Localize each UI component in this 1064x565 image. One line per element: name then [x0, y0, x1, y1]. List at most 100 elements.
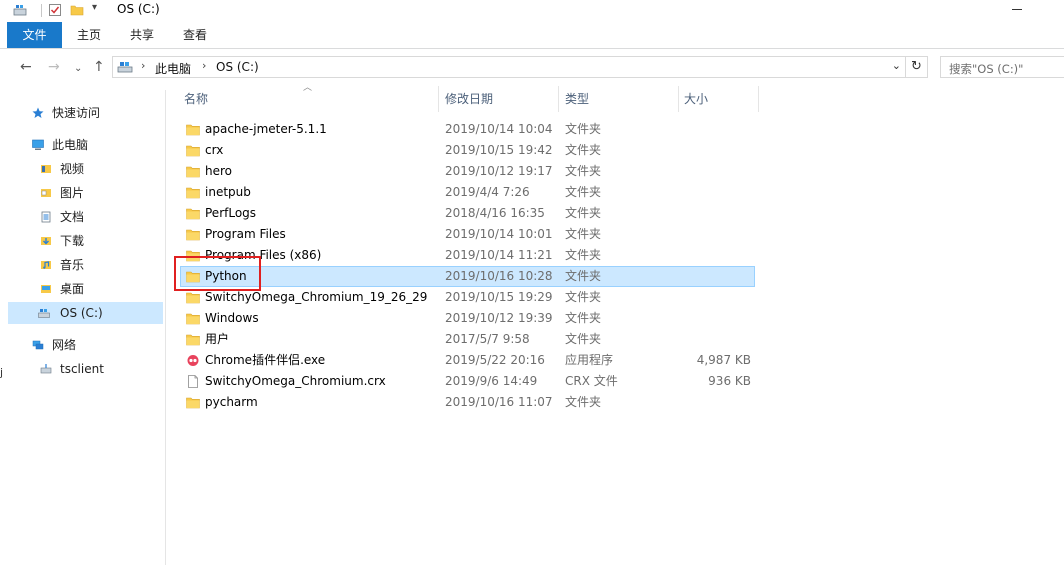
tab-home[interactable]: 主页 — [66, 22, 112, 48]
address-bar[interactable]: › 此电脑 › OS (C:) ⌄ — [112, 56, 906, 78]
nav-pictures[interactable]: 图片 — [8, 182, 158, 204]
file-name: PerfLogs — [205, 206, 257, 220]
file-row[interactable]: Python 2019/10/16 10:28 文件夹 — [180, 266, 755, 287]
file-name: 用户 — [205, 332, 230, 346]
column-divider[interactable] — [438, 86, 439, 112]
file-row[interactable]: 用户 2017/5/7 9:58 文件夹 — [180, 329, 755, 350]
window-title: OS (C:) — [117, 2, 160, 16]
column-header-type[interactable]: 类型 — [565, 86, 677, 112]
chevron-right-icon[interactable]: › — [202, 59, 206, 72]
file-date-modified: 2019/10/12 19:17 — [445, 164, 553, 178]
file-name: crx — [205, 143, 224, 157]
refresh-button[interactable]: ↻ — [906, 56, 928, 78]
up-button[interactable]: ↑ — [93, 58, 105, 76]
file-date-modified: 2019/10/16 11:07 — [445, 395, 553, 409]
qat-customize-icon[interactable]: ▾ — [92, 2, 97, 13]
file-date-modified: 2019/4/4 7:26 — [445, 185, 530, 199]
file-type: 文件夹 — [565, 332, 602, 346]
drive-icon[interactable] — [13, 3, 27, 17]
file-name: Program Files (x86) — [205, 248, 322, 262]
file-size: 936 KB — [708, 374, 751, 388]
file-row[interactable]: Chrome插件伴侣.exe 2019/5/22 20:16 应用程序 4,987 K… — [180, 350, 755, 371]
nav-tsclient[interactable]: tsclient — [8, 358, 158, 380]
file-type: 文件夹 — [565, 185, 602, 199]
file-name: Chrome插件伴侣.exe — [205, 353, 326, 367]
network-drive-icon — [40, 364, 52, 374]
tab-file[interactable]: 文件 — [7, 22, 62, 48]
file-type: 应用程序 — [565, 353, 614, 367]
tab-view[interactable]: 查看 — [172, 22, 218, 48]
ribbon-tabs: 文件 主页 共享 查看 — [0, 22, 1064, 49]
chevron-right-icon[interactable]: › — [141, 59, 145, 72]
file-date-modified: 2019/10/16 10:28 — [445, 269, 553, 283]
search-input[interactable]: 搜索"OS (C:)" — [940, 56, 1064, 78]
forward-button[interactable]: → — [48, 58, 60, 76]
recent-locations-button[interactable]: ⌄ — [74, 60, 82, 78]
video-folder-icon — [41, 165, 51, 173]
file-row[interactable]: SwitchyOmega_Chromium.crx 2019/9/6 14:49 C… — [180, 371, 755, 392]
file-row[interactable]: SwitchyOmega_Chromium_19_26_29 2019/10/15… — [180, 287, 755, 308]
nav-quick-access[interactable]: 快速访问 — [8, 102, 158, 124]
nav-videos[interactable]: 视频 — [8, 158, 158, 180]
file-row[interactable]: hero 2019/10/12 19:17 文件夹 — [180, 161, 755, 182]
pictures-folder-icon — [41, 189, 51, 197]
file-name: inetpub — [205, 185, 251, 199]
file-date-modified: 2018/4/16 16:35 — [445, 206, 545, 220]
column-header-date[interactable]: 修改日期 — [445, 86, 557, 112]
search-placeholder: 搜索"OS (C:)" — [949, 62, 1024, 76]
chevron-down-icon[interactable]: ⌄ — [892, 59, 901, 72]
back-button[interactable]: ← — [20, 58, 32, 76]
file-name: hero — [205, 164, 232, 178]
file-name: Windows — [205, 311, 259, 325]
minimize-button[interactable] — [1012, 9, 1022, 10]
folder-icon — [186, 187, 200, 199]
folder-icon — [186, 208, 200, 220]
file-row[interactable]: PerfLogs 2018/4/16 16:35 文件夹 — [180, 203, 755, 224]
column-header-size[interactable]: 大小 — [684, 86, 756, 112]
breadcrumb-drive[interactable]: OS (C:) — [216, 60, 259, 74]
nav-network[interactable]: 网络 — [8, 334, 158, 356]
nav-documents[interactable]: 文档 — [8, 206, 158, 228]
tab-share[interactable]: 共享 — [119, 22, 165, 48]
network-icon — [32, 340, 44, 350]
folder-icon — [186, 229, 200, 241]
column-header-name[interactable]: 名称 — [184, 86, 438, 112]
file-type: 文件夹 — [565, 164, 602, 178]
file-type: 文件夹 — [565, 269, 602, 283]
new-folder-icon[interactable] — [70, 3, 84, 17]
file-size: 4,987 KB — [696, 353, 751, 367]
folder-icon — [186, 271, 200, 283]
file-row[interactable]: Program Files (x86) 2019/10/14 11:21 文件夹 — [180, 245, 755, 266]
column-divider[interactable] — [558, 86, 559, 112]
file-row[interactable]: crx 2019/10/15 19:42 文件夹 — [180, 140, 755, 161]
qat-separator — [41, 4, 42, 17]
folder-icon — [186, 124, 200, 136]
column-divider[interactable] — [758, 86, 759, 112]
file-name: Program Files — [205, 227, 286, 241]
file-row[interactable]: apache-jmeter-5.1.1 2019/10/14 10:04 文件夹 — [180, 119, 755, 140]
nav-desktop[interactable]: 桌面 — [8, 278, 158, 300]
file-type: 文件夹 — [565, 290, 602, 304]
folder-icon — [186, 334, 200, 346]
app-icon — [187, 355, 199, 366]
breadcrumb-this-pc[interactable]: 此电脑 — [155, 60, 191, 77]
file-icon — [188, 375, 198, 388]
folder-icon — [186, 250, 200, 262]
nav-this-pc[interactable]: 此电脑 — [8, 134, 158, 156]
file-row[interactable]: pycharm 2019/10/16 11:07 文件夹 — [180, 392, 755, 413]
star-icon — [32, 107, 44, 118]
nav-downloads[interactable]: 下载 — [8, 230, 158, 252]
file-row[interactable]: Windows 2019/10/12 19:39 文件夹 — [180, 308, 755, 329]
nav-drive-c[interactable]: OS (C:) — [8, 302, 163, 324]
properties-icon[interactable] — [48, 3, 62, 17]
nav-music[interactable]: 音乐 — [8, 254, 158, 276]
column-divider[interactable] — [678, 86, 679, 112]
folder-icon — [186, 292, 200, 304]
file-row[interactable]: Program Files 2019/10/14 10:01 文件夹 — [180, 224, 755, 245]
file-type: 文件夹 — [565, 122, 602, 136]
file-type: 文件夹 — [565, 143, 602, 157]
folder-icon — [186, 397, 200, 409]
folder-icon — [186, 145, 200, 157]
file-row[interactable]: inetpub 2019/4/4 7:26 文件夹 — [180, 182, 755, 203]
downloads-folder-icon — [41, 237, 51, 245]
